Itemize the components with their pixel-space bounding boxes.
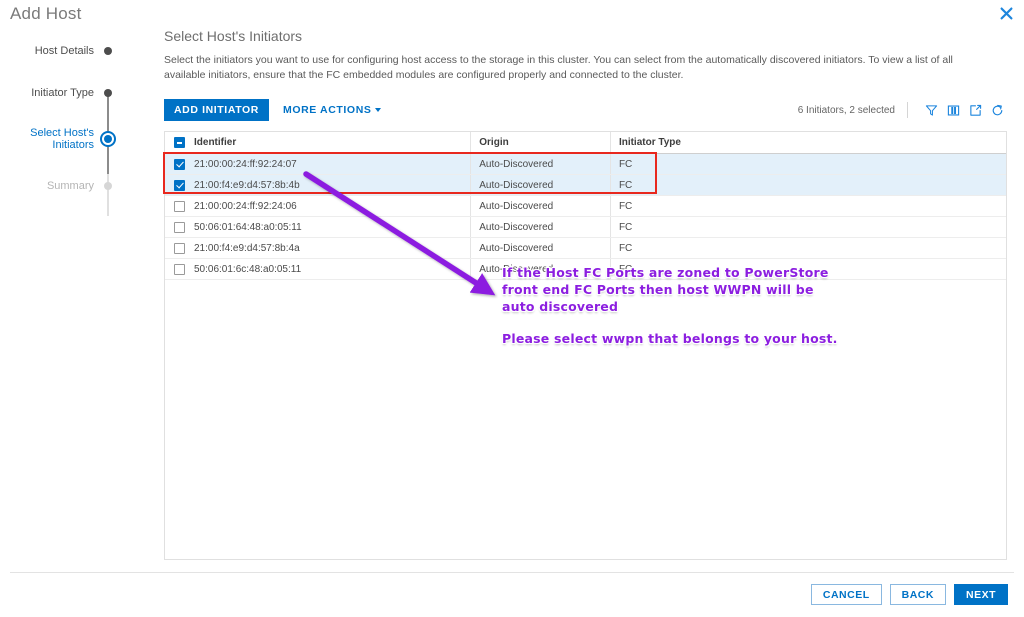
cell-identifier: 21:00:f4:e9:d4:57:8b:4a — [165, 238, 470, 258]
next-button[interactable]: NEXT — [953, 584, 1008, 605]
section-title: Select Host's Initiators — [164, 28, 303, 44]
row-checkbox[interactable] — [174, 200, 185, 212]
table-header-initiator-type: Initiator Type — [609, 132, 1006, 153]
close-button[interactable] — [996, 3, 1016, 23]
wizard-step-label: Summary — [46, 179, 94, 192]
row-checkbox[interactable] — [174, 263, 185, 275]
chevron-down-icon — [375, 108, 382, 112]
table-row[interactable]: 21:00:00:24:ff:92:24:07 Auto-Discovered … — [165, 154, 1006, 175]
column-label-origin: Origin — [479, 137, 509, 148]
cell-initiator-type: FC — [609, 154, 1006, 174]
table-header-origin: Origin — [470, 132, 610, 153]
row-checkbox[interactable] — [174, 242, 185, 254]
section-description: Select the initiators you want to use fo… — [164, 54, 953, 81]
cell-identifier: 21:00:f4:e9:d4:57:8b:4b — [165, 175, 470, 195]
close-icon — [1000, 7, 1013, 20]
row-checkbox[interactable] — [174, 221, 185, 233]
cell-origin: Auto-Discovered — [470, 175, 610, 195]
identifier-value: 21:00:f4:e9:d4:57:8b:4b — [194, 179, 300, 191]
identifier-value: 21:00:f4:e9:d4:57:8b:4a — [194, 242, 300, 254]
identifier-value: 50:06:01:64:48:a0:05:11 — [194, 221, 302, 233]
refresh-icon[interactable] — [986, 101, 1008, 119]
cell-initiator-type: FC — [609, 196, 1006, 216]
export-icon[interactable] — [964, 101, 986, 119]
back-button[interactable]: BACK — [889, 584, 946, 605]
cancel-button[interactable]: CANCEL — [810, 584, 882, 605]
more-actions-label: MORE ACTIONS — [283, 104, 372, 116]
wizard-step-label: Select Host's Initiators — [30, 127, 94, 151]
table-row[interactable]: 21:00:f4:e9:d4:57:8b:4b Auto-Discovered … — [165, 175, 1006, 196]
cell-origin: Auto-Discovered — [470, 238, 610, 258]
more-actions-button[interactable]: MORE ACTIONS — [283, 104, 382, 116]
add-initiator-button[interactable]: ADD INITIATOR — [164, 99, 269, 121]
footer-divider — [10, 572, 1014, 573]
table-row[interactable]: 21:00:00:24:ff:92:24:06 Auto-Discovered … — [165, 196, 1006, 217]
footer-actions: CANCEL BACK NEXT — [810, 584, 1008, 605]
wizard-step-host-details[interactable]: Host Details — [0, 40, 120, 61]
toolbar-divider — [907, 102, 908, 118]
row-checkbox[interactable] — [174, 179, 185, 191]
content-panel: Select Host's Initiators Select the init… — [163, 28, 1008, 560]
identifier-value: 21:00:00:24:ff:92:24:07 — [194, 158, 297, 170]
column-label-initiator-type: Initiator Type — [618, 137, 681, 148]
identifier-value: 50:06:01:6c:48:a0:05:11 — [194, 263, 302, 275]
row-checkbox[interactable] — [174, 158, 185, 170]
cell-initiator-type: FC — [609, 217, 1006, 237]
wizard-step-summary[interactable]: Summary — [0, 175, 120, 196]
wizard-step-label: Initiator Type — [31, 86, 94, 99]
cell-identifier: 50:06:01:64:48:a0:05:11 — [165, 217, 470, 237]
cell-initiator-type: FC — [609, 238, 1006, 258]
cell-initiator-type: FC — [609, 259, 1006, 279]
identifier-value: 21:00:00:24:ff:92:24:06 — [194, 200, 297, 212]
table-header-row: Identifier Origin Initiator Type — [165, 132, 1006, 154]
table-toolbar: 6 Initiators, 2 selected — [798, 99, 1008, 121]
wizard-step-select-initiators[interactable]: Select Host's Initiators — [0, 124, 120, 154]
initiators-table: Identifier Origin Initiator Type 21:00:0… — [163, 131, 1007, 560]
table-row[interactable]: 50:06:01:64:48:a0:05:11 Auto-Discovered … — [165, 217, 1006, 238]
step-dot-icon — [104, 135, 112, 143]
table-row[interactable]: 50:06:01:6c:48:a0:05:11 Auto-Discovered … — [165, 259, 1006, 280]
cell-identifier: 50:06:01:6c:48:a0:05:11 — [165, 259, 470, 279]
filter-icon[interactable] — [920, 101, 942, 119]
page-title: Add Host — [10, 4, 82, 23]
step-dot-icon — [104, 88, 112, 97]
select-all-checkbox[interactable] — [174, 137, 185, 148]
cell-identifier: 21:00:00:24:ff:92:24:06 — [165, 196, 470, 216]
cell-origin: Auto-Discovered — [470, 259, 610, 279]
wizard-stepper: Host Details Initiator Type Select Host'… — [0, 40, 120, 216]
table-row[interactable]: 21:00:f4:e9:d4:57:8b:4a Auto-Discovered … — [165, 238, 1006, 259]
cell-origin: Auto-Discovered — [470, 196, 610, 216]
wizard-step-initiator-type[interactable]: Initiator Type — [0, 82, 120, 103]
columns-icon[interactable] — [942, 101, 964, 119]
wizard-step-label: Host Details — [34, 44, 94, 57]
cell-identifier: 21:00:00:24:ff:92:24:07 — [165, 154, 470, 174]
cell-initiator-type: FC — [609, 175, 1006, 195]
step-connector — [107, 174, 109, 216]
selection-count: 6 Initiators, 2 selected — [797, 104, 895, 116]
cell-origin: Auto-Discovered — [470, 154, 610, 174]
table-header-identifier: Identifier — [165, 132, 470, 153]
action-bar: ADD INITIATOR MORE ACTIONS 6 Initiators,… — [164, 99, 1008, 121]
step-dot-icon — [104, 46, 112, 55]
cell-origin: Auto-Discovered — [470, 217, 610, 237]
column-label-identifier: Identifier — [194, 137, 237, 148]
step-dot-icon — [104, 181, 112, 190]
